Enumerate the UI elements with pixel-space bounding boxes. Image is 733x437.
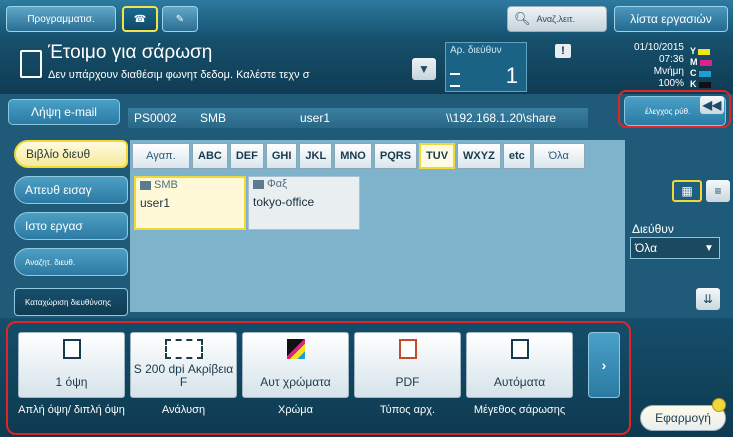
sidebar-item-address-book[interactable]: Βιβλίο διευθ	[14, 140, 128, 168]
sidebar-item-address-search[interactable]: Αναζητ. διευθ.	[14, 248, 128, 276]
grid-view-icon[interactable]: ▦	[672, 180, 702, 202]
filter-etc[interactable]: etc	[502, 143, 531, 169]
filter-wxyz[interactable]: WXYZ	[457, 143, 501, 169]
date: 01/10/2015	[633, 42, 684, 53]
address-entry[interactable]: Φαξ tokyo-office	[248, 176, 360, 230]
address-filter-select[interactable]: Όλα ▼	[630, 237, 720, 259]
entry-type: Φαξ	[253, 178, 287, 190]
status-message: Δεν υπάρχουν διαθέσιμ φωνητ δεδομ. Καλέσ…	[48, 69, 310, 81]
toner-levels: Y M C K	[690, 46, 712, 90]
search-function-label: Αναζ.λειτ.	[536, 14, 576, 24]
filter-favorites[interactable]: Αγαπ.	[132, 143, 190, 169]
destination-type: SMB	[200, 111, 227, 125]
status-indicator-icon	[712, 398, 726, 412]
computer-icon	[140, 180, 151, 190]
destination-user: user1	[300, 111, 331, 125]
filter-pqrs[interactable]: PQRS	[373, 143, 418, 169]
pen-icon[interactable]: ✎	[162, 6, 198, 32]
index-filter-bar: Αγαπ. ABC DEF GHI JKL MNO PQRS TUV WXYZ …	[132, 143, 585, 169]
toner-y: Y	[690, 46, 712, 57]
address-filter-value: Όλα	[635, 241, 658, 255]
address-count-value: 1	[505, 63, 518, 88]
toner-m: M	[690, 57, 712, 68]
entry-name: tokyo-office	[253, 195, 315, 209]
register-address-button[interactable]: Καταχώριση διευθύνσης	[14, 288, 128, 316]
filter-abc[interactable]: ABC	[192, 143, 228, 169]
time: 07:36	[658, 54, 684, 65]
destination-id: PS0002	[134, 111, 177, 125]
address-entry[interactable]: SMB user1	[134, 176, 246, 230]
filter-ghi[interactable]: GHI	[265, 143, 298, 169]
status-area: Έτοιμο για σάρωση Δεν υπάρχουν διαθέσιμ …	[0, 38, 733, 94]
highlight-check-settings	[618, 90, 731, 128]
top-bar: Προγραμματισ. ☎ ✎ 🔍︎ Αναζ.λειτ. λίστα ερ…	[0, 0, 733, 38]
filter-mno[interactable]: MNO	[334, 143, 372, 169]
status-title: Έτοιμο για σάρωση	[48, 42, 213, 63]
highlight-function-bar	[6, 321, 631, 435]
filter-tuv[interactable]: TUV	[419, 143, 456, 169]
search-icon: 🔍︎	[514, 11, 531, 26]
fax-icon	[253, 179, 264, 189]
toner-k: K	[690, 79, 712, 90]
toner-c: C	[690, 68, 712, 79]
phone-icon[interactable]: ☎	[122, 6, 158, 32]
program-button[interactable]: Προγραμματισ.	[6, 6, 116, 32]
filter-jkl[interactable]: JKL	[299, 143, 333, 169]
list-icon	[450, 73, 460, 87]
receive-email-button[interactable]: Λήψη e-mail	[8, 99, 120, 125]
memory-value: 100%	[658, 78, 684, 89]
date-time: 01/10/2015 07:36 Μνήμη 100%	[598, 42, 684, 90]
chevron-down-icon: ▼	[704, 242, 714, 254]
chevron-down-icon[interactable]: ▼	[412, 58, 436, 80]
sidebar-item-job-history[interactable]: Ιστο εργασ	[14, 212, 128, 240]
entry-type: SMB	[140, 179, 178, 191]
scan-document-icon	[20, 50, 42, 78]
destination-path: \\192.168.1.20\share	[446, 111, 557, 125]
entry-name: user1	[140, 196, 171, 210]
destination-info: PS0002 SMB user1 \\192.168.1.20\share	[128, 108, 588, 128]
sidebar-item-direct-input[interactable]: Απευθ εισαγ	[14, 176, 128, 204]
memory-label: Μνήμη	[653, 66, 684, 77]
scan-screen: Προγραμματισ. ☎ ✎ 🔍︎ Αναζ.λειτ. λίστα ερ…	[0, 0, 733, 437]
filter-def[interactable]: DEF	[229, 143, 264, 169]
list-view-icon[interactable]: ≡	[706, 180, 730, 202]
search-function-button[interactable]: 🔍︎ Αναζ.λειτ.	[507, 6, 607, 32]
job-list-button[interactable]: λίστα εργασιών	[614, 6, 728, 32]
scroll-down-icon[interactable]: ⇊	[696, 288, 720, 310]
address-count-box[interactable]: Αρ. διεύθυν 1	[445, 42, 527, 92]
warning-icon[interactable]: !	[555, 44, 571, 58]
filter-all[interactable]: Όλα	[532, 143, 585, 169]
address-count-label: Αρ. διεύθυν	[450, 45, 502, 56]
address-filter-label: Διεύθυν	[632, 222, 674, 236]
